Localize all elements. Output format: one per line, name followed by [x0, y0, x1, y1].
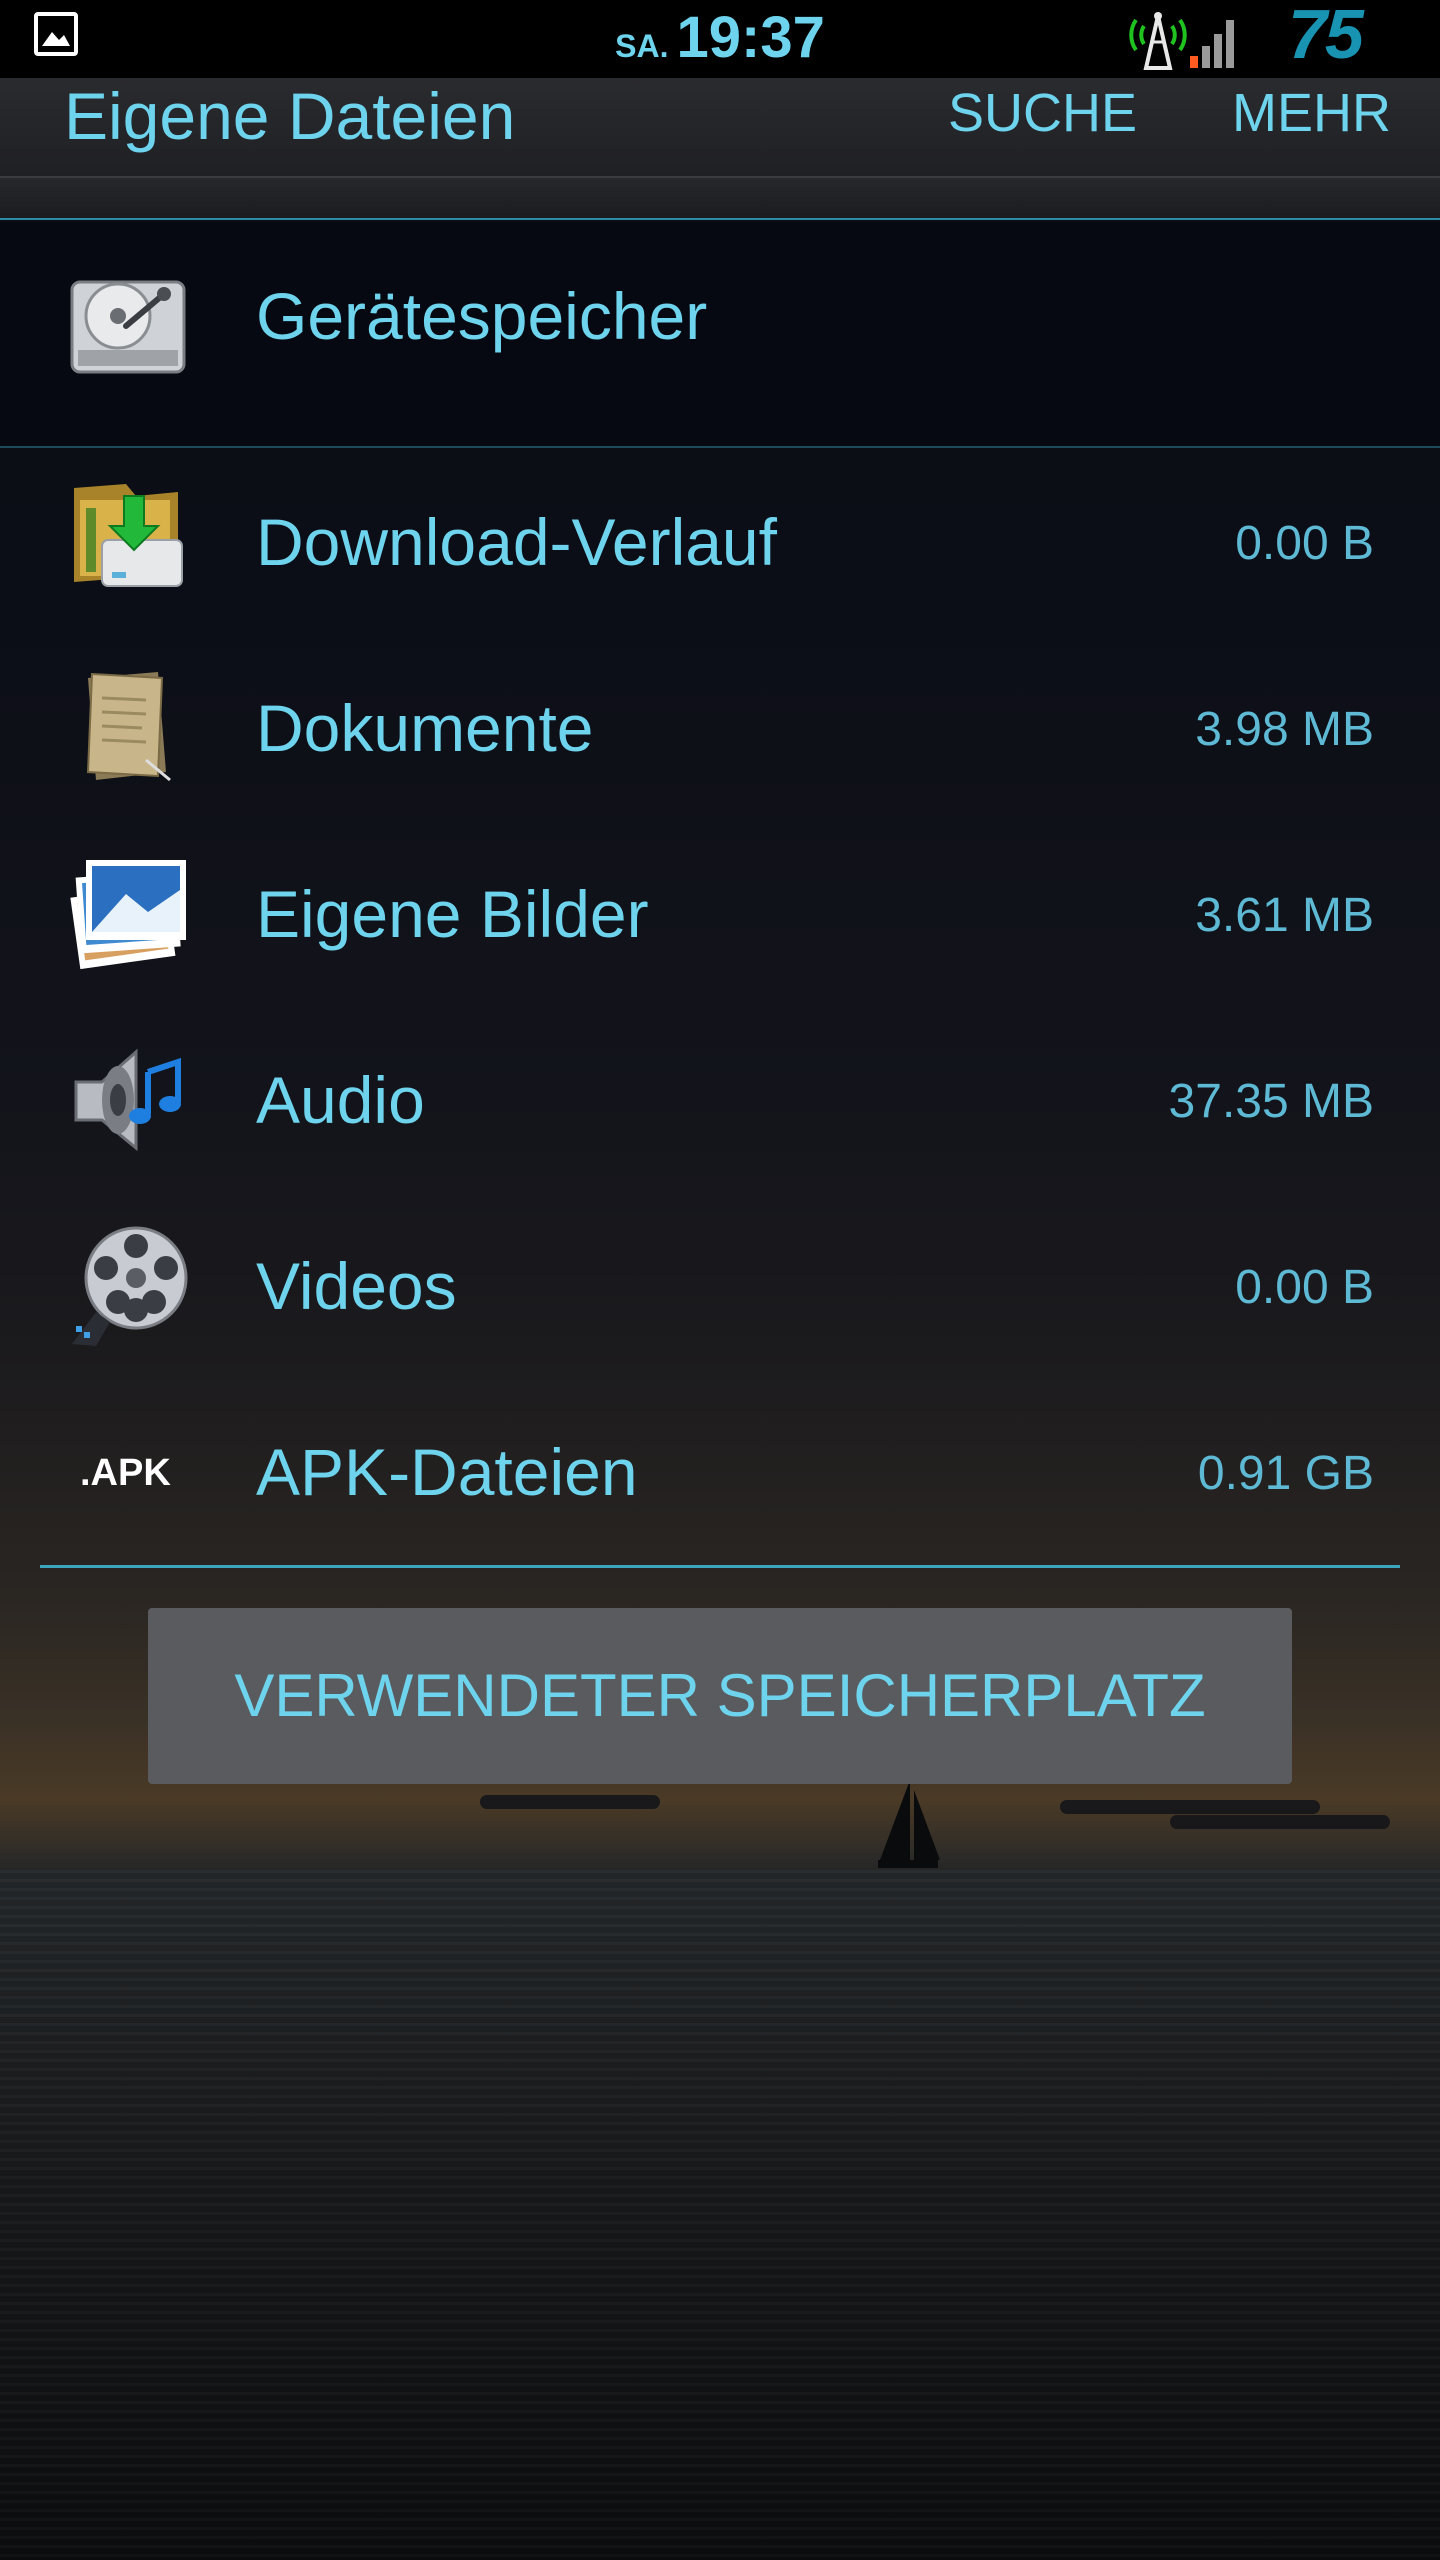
- category-size: 37.35 MB: [1168, 1075, 1374, 1128]
- device-storage-item[interactable]: Gerätespeicher: [0, 222, 1440, 448]
- wallpaper-cloud: [480, 1795, 660, 1809]
- device-storage-label: Gerätespeicher: [256, 279, 708, 353]
- action-bar-divider: [0, 178, 1440, 220]
- wallpaper-sailboat: [878, 1780, 940, 1868]
- list-item-documents[interactable]: Dokumente 3.98 MB: [0, 634, 1440, 820]
- hard-drive-icon: [70, 280, 186, 374]
- pictures-icon: [70, 860, 186, 970]
- audio-speaker-icon: [74, 1048, 181, 1152]
- more-button[interactable]: MEHR: [1232, 82, 1391, 144]
- list-item-apk-files[interactable]: .APK APK-Dateien 0.91 GB: [0, 1378, 1440, 1564]
- signal-tower-icon: [1129, 12, 1234, 70]
- category-size: 3.98 MB: [1195, 703, 1374, 756]
- list-item-pictures[interactable]: Eigene Bilder 3.61 MB: [0, 820, 1440, 1006]
- documents-icon: [86, 672, 171, 782]
- category-label: APK-Dateien: [256, 1435, 638, 1509]
- battery-level: 75: [1288, 0, 1364, 73]
- category-size: 3.61 MB: [1195, 889, 1374, 942]
- wallpaper-cloud: [1170, 1815, 1390, 1829]
- list-divider: [40, 1565, 1400, 1568]
- category-label: Download-Verlauf: [256, 505, 777, 579]
- film-reel-icon: [72, 1226, 188, 1346]
- wallpaper-cloud: [1060, 1800, 1320, 1814]
- list-item-audio[interactable]: Audio 37.35 MB: [0, 1006, 1440, 1192]
- status-bar: SA. 19:37 75: [0, 0, 1440, 78]
- category-size: 0.00 B: [1235, 1261, 1374, 1314]
- status-day: SA.: [615, 28, 669, 64]
- download-folder-icon: [74, 484, 183, 587]
- status-time: 19:37: [676, 5, 825, 70]
- list-item-download-history[interactable]: Download-Verlauf 0.00 B: [0, 448, 1440, 634]
- app-title: Eigene Dateien: [64, 79, 516, 153]
- category-label: Eigene Bilder: [256, 877, 649, 951]
- category-label: Dokumente: [256, 691, 594, 765]
- action-bar: Eigene Dateien SUCHE MEHR: [0, 78, 1440, 178]
- category-label: Videos: [256, 1249, 457, 1323]
- category-label: Audio: [256, 1063, 425, 1137]
- wallpaper-sea: [0, 1870, 1440, 2560]
- search-button[interactable]: SUCHE: [948, 82, 1137, 144]
- category-size: 0.91 GB: [1197, 1447, 1374, 1500]
- used-storage-button[interactable]: VERWENDETER SPEICHERPLATZ: [148, 1608, 1292, 1784]
- category-size: 0.00 B: [1235, 517, 1374, 570]
- list-item-videos[interactable]: Videos 0.00 B: [0, 1192, 1440, 1378]
- apk-icon: .APK: [80, 1452, 171, 1494]
